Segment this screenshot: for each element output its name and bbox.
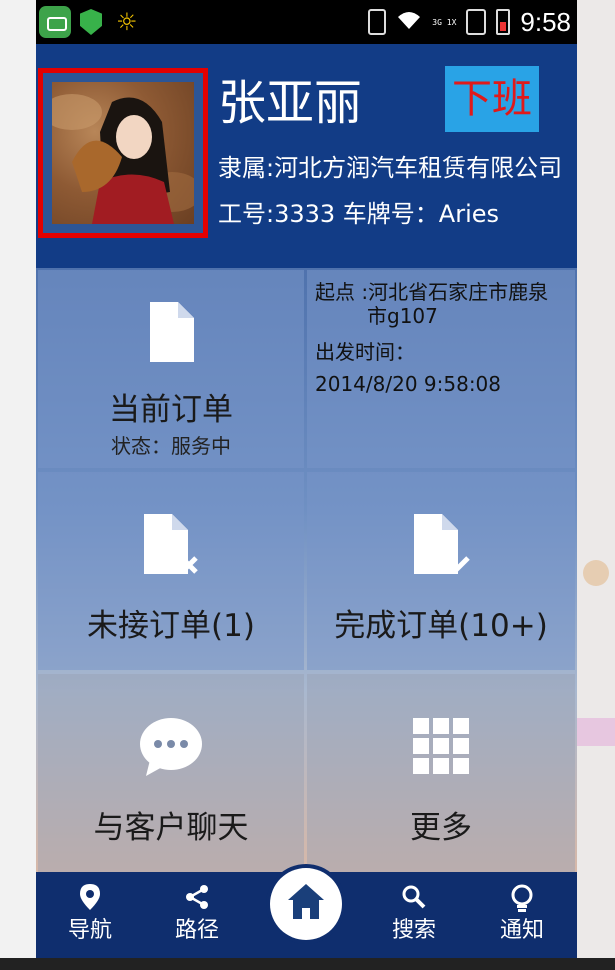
menu-grid: 当前订单 状态：服务中 起点 :河北省石家庄市鹿泉 市g107 出发时间： 20… bbox=[36, 268, 577, 872]
desktop-avatar bbox=[583, 560, 609, 586]
start-location-cont: 市g107 bbox=[367, 304, 438, 328]
car-app-icon bbox=[39, 6, 71, 38]
chat-label: 与客户聊天 bbox=[93, 810, 249, 846]
depart-time: 2014/8/20 9:58:08 bbox=[315, 372, 502, 396]
home-button[interactable] bbox=[270, 868, 342, 940]
current-order-label: 当前订单 bbox=[109, 392, 233, 428]
brightness-icon: ☼ bbox=[116, 8, 138, 36]
wifi-icon bbox=[396, 10, 422, 35]
order-status: 状态：服务中 bbox=[111, 434, 231, 458]
nav-notify[interactable]: 通知 bbox=[482, 884, 562, 946]
nav-route-label: 路径 bbox=[174, 918, 219, 943]
avatar-frame[interactable] bbox=[38, 68, 208, 238]
chat-tile[interactable]: 与客户聊天 bbox=[38, 674, 304, 872]
driver-name: 张亚丽 bbox=[218, 75, 363, 131]
completed-orders-tile[interactable]: 完成订单(10+) bbox=[307, 472, 575, 670]
home-icon bbox=[286, 882, 326, 926]
clock: 9:58 bbox=[520, 6, 571, 37]
nav-notify-label: 通知 bbox=[499, 918, 544, 943]
depart-label: 出发时间： bbox=[315, 340, 415, 364]
document-check-icon bbox=[410, 512, 472, 582]
sim-icon bbox=[466, 9, 487, 35]
battery-icon bbox=[496, 9, 511, 35]
desktop-editor-right bbox=[577, 0, 615, 970]
unaccepted-orders-label: 未接订单(1) bbox=[87, 608, 255, 644]
nav-route[interactable]: 路径 bbox=[157, 884, 237, 946]
grid-icon bbox=[413, 718, 469, 778]
search-icon bbox=[374, 884, 454, 916]
id-plate-label: 工号:3333 车牌号：Aries bbox=[218, 200, 500, 228]
desktop-highlight bbox=[577, 718, 615, 746]
nav-navigation-label: 导航 bbox=[67, 918, 112, 943]
document-icon bbox=[146, 300, 196, 368]
driver-header: 张亚丽 下班 隶属:河北方润汽车租赁有限公司 工号:3333 车牌号：Aries bbox=[36, 44, 577, 268]
more-tile[interactable]: 更多 bbox=[307, 674, 575, 872]
share-route-icon bbox=[157, 884, 237, 916]
shield-app-icon bbox=[80, 9, 102, 35]
bottom-nav: 导航 路径 搜索 通知 bbox=[36, 868, 577, 958]
completed-orders-label: 完成订单(10+) bbox=[334, 608, 548, 644]
order-info-tile[interactable]: 起点 :河北省石家庄市鹿泉 市g107 出发时间： 2014/8/20 9:58… bbox=[307, 270, 575, 468]
status-bar: ☼ 3G 1X 9:58 bbox=[36, 0, 577, 44]
off-duty-button[interactable]: 下班 bbox=[445, 66, 539, 132]
nav-search[interactable]: 搜索 bbox=[374, 884, 454, 946]
chat-bubble-icon bbox=[138, 716, 204, 782]
vibrate-icon bbox=[368, 9, 387, 35]
avatar[interactable] bbox=[52, 82, 194, 224]
current-order-tile[interactable]: 当前订单 状态：服务中 bbox=[38, 270, 304, 468]
lightbulb-icon bbox=[482, 884, 562, 916]
start-location: 起点 :河北省石家庄市鹿泉 bbox=[315, 280, 549, 304]
document-cancel-icon bbox=[140, 512, 202, 582]
phone-window: ☼ 3G 1X 9:58 张亚丽 下班 隶属:河北方润汽车租赁有限公司 工号:3… bbox=[36, 0, 577, 958]
desktop-taskbar bbox=[0, 958, 615, 970]
company-label: 隶属:河北方润汽车租赁有限公司 bbox=[218, 154, 563, 182]
more-label: 更多 bbox=[410, 810, 472, 846]
nav-navigation[interactable]: 导航 bbox=[50, 884, 130, 946]
unaccepted-orders-tile[interactable]: 未接订单(1) bbox=[38, 472, 304, 670]
nav-search-label: 搜索 bbox=[391, 918, 436, 943]
network-label: 3G 1X bbox=[432, 17, 457, 27]
location-pin-icon bbox=[50, 884, 130, 916]
desktop-editor-left bbox=[0, 0, 36, 970]
